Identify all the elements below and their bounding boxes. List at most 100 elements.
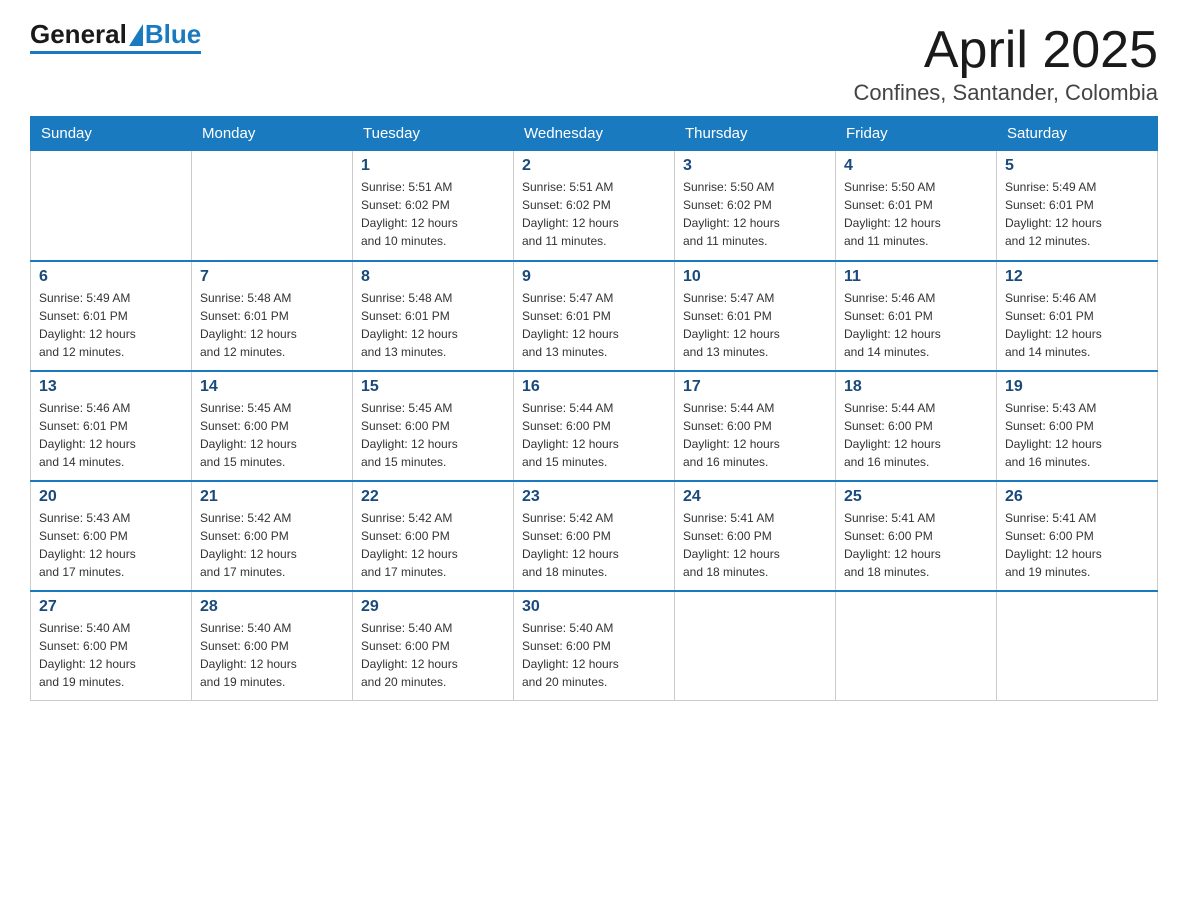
calendar-day-cell: 10 Sunrise: 5:47 AM Sunset: 6:01 PM Dayli… <box>675 261 836 371</box>
day-info: Sunrise: 5:47 AM Sunset: 6:01 PM Dayligh… <box>683 289 827 361</box>
day-number: 10 <box>683 268 827 286</box>
day-number: 1 <box>361 157 505 175</box>
logo-general-text: General <box>30 20 127 49</box>
day-info: Sunrise: 5:46 AM Sunset: 6:01 PM Dayligh… <box>39 399 183 471</box>
day-number: 9 <box>522 268 666 286</box>
day-number: 29 <box>361 598 505 616</box>
calendar-day-cell <box>675 591 836 701</box>
day-info: Sunrise: 5:43 AM Sunset: 6:00 PM Dayligh… <box>1005 399 1149 471</box>
day-info: Sunrise: 5:48 AM Sunset: 6:01 PM Dayligh… <box>200 289 344 361</box>
calendar-day-cell: 5Sunrise: 5:49 AM Sunset: 6:01 PM Daylig… <box>997 151 1158 261</box>
calendar-day-cell: 24 Sunrise: 5:41 AM Sunset: 6:00 PM Dayli… <box>675 481 836 591</box>
logo-triangle-icon <box>129 24 143 46</box>
day-info: Sunrise: 5:49 AM Sunset: 6:01 PM Dayligh… <box>1005 178 1149 250</box>
calendar-table: SundayMondayTuesdayWednesdayThursdayFrid… <box>30 116 1158 701</box>
calendar-day-cell: 9 Sunrise: 5:47 AM Sunset: 6:01 PM Daylig… <box>514 261 675 371</box>
day-number: 20 <box>39 488 183 506</box>
day-info: Sunrise: 5:51 AM Sunset: 6:02 PM Dayligh… <box>361 178 505 250</box>
weekday-header-tuesday: Tuesday <box>353 117 514 151</box>
day-number: 30 <box>522 598 666 616</box>
calendar-day-cell: 14 Sunrise: 5:45 AM Sunset: 6:00 PM Dayli… <box>192 371 353 481</box>
calendar-day-cell: 1 Sunrise: 5:51 AM Sunset: 6:02 PM Daylig… <box>353 151 514 261</box>
calendar-day-cell: 19 Sunrise: 5:43 AM Sunset: 6:00 PM Dayli… <box>997 371 1158 481</box>
calendar-day-cell: 25Sunrise: 5:41 AM Sunset: 6:00 PM Dayli… <box>836 481 997 591</box>
day-number: 25 <box>844 488 988 506</box>
day-number: 16 <box>522 378 666 396</box>
day-number: 13 <box>39 378 183 396</box>
weekday-header-sunday: Sunday <box>31 117 192 151</box>
calendar-day-cell <box>836 591 997 701</box>
day-info: Sunrise: 5:51 AM Sunset: 6:02 PM Dayligh… <box>522 178 666 250</box>
day-info: Sunrise: 5:45 AM Sunset: 6:00 PM Dayligh… <box>200 399 344 471</box>
day-number: 7 <box>200 268 344 286</box>
calendar-day-cell <box>997 591 1158 701</box>
day-number: 28 <box>200 598 344 616</box>
calendar-day-cell: 4 Sunrise: 5:50 AM Sunset: 6:01 PM Daylig… <box>836 151 997 261</box>
day-info: Sunrise: 5:48 AM Sunset: 6:01 PM Dayligh… <box>361 289 505 361</box>
calendar-day-cell <box>31 151 192 261</box>
calendar-subtitle: Confines, Santander, Colombia <box>853 80 1158 106</box>
day-info: Sunrise: 5:40 AM Sunset: 6:00 PM Dayligh… <box>361 619 505 691</box>
day-info: Sunrise: 5:50 AM Sunset: 6:01 PM Dayligh… <box>844 178 988 250</box>
day-number: 2 <box>522 157 666 175</box>
weekday-header-thursday: Thursday <box>675 117 836 151</box>
calendar-day-cell: 27Sunrise: 5:40 AM Sunset: 6:00 PM Dayli… <box>31 591 192 701</box>
calendar-week-row: 13 Sunrise: 5:46 AM Sunset: 6:01 PM Dayli… <box>31 371 1158 481</box>
calendar-day-cell: 15 Sunrise: 5:45 AM Sunset: 6:00 PM Dayli… <box>353 371 514 481</box>
day-number: 19 <box>1005 378 1149 396</box>
day-info: Sunrise: 5:46 AM Sunset: 6:01 PM Dayligh… <box>844 289 988 361</box>
day-info: Sunrise: 5:46 AM Sunset: 6:01 PM Dayligh… <box>1005 289 1149 361</box>
day-number: 15 <box>361 378 505 396</box>
day-info: Sunrise: 5:44 AM Sunset: 6:00 PM Dayligh… <box>683 399 827 471</box>
day-number: 4 <box>844 157 988 175</box>
day-number: 18 <box>844 378 988 396</box>
day-number: 3 <box>683 157 827 175</box>
calendar-title: April 2025 <box>853 20 1158 80</box>
day-info: Sunrise: 5:42 AM Sunset: 6:00 PM Dayligh… <box>361 509 505 581</box>
day-number: 8 <box>361 268 505 286</box>
calendar-header-row: SundayMondayTuesdayWednesdayThursdayFrid… <box>31 117 1158 151</box>
calendar-day-cell: 7 Sunrise: 5:48 AM Sunset: 6:01 PM Daylig… <box>192 261 353 371</box>
calendar-week-row: 6 Sunrise: 5:49 AM Sunset: 6:01 PM Daylig… <box>31 261 1158 371</box>
day-info: Sunrise: 5:49 AM Sunset: 6:01 PM Dayligh… <box>39 289 183 361</box>
day-number: 17 <box>683 378 827 396</box>
calendar-day-cell: 16 Sunrise: 5:44 AM Sunset: 6:00 PM Dayli… <box>514 371 675 481</box>
calendar-day-cell: 30Sunrise: 5:40 AM Sunset: 6:00 PM Dayli… <box>514 591 675 701</box>
day-info: Sunrise: 5:50 AM Sunset: 6:02 PM Dayligh… <box>683 178 827 250</box>
day-info: Sunrise: 5:47 AM Sunset: 6:01 PM Dayligh… <box>522 289 666 361</box>
calendar-day-cell: 2 Sunrise: 5:51 AM Sunset: 6:02 PM Daylig… <box>514 151 675 261</box>
day-number: 6 <box>39 268 183 286</box>
day-info: Sunrise: 5:40 AM Sunset: 6:00 PM Dayligh… <box>39 619 183 691</box>
calendar-day-cell: 28Sunrise: 5:40 AM Sunset: 6:00 PM Dayli… <box>192 591 353 701</box>
weekday-header-saturday: Saturday <box>997 117 1158 151</box>
day-number: 23 <box>522 488 666 506</box>
title-block: April 2025 Confines, Santander, Colombia <box>853 20 1158 106</box>
calendar-week-row: 20Sunrise: 5:43 AM Sunset: 6:00 PM Dayli… <box>31 481 1158 591</box>
calendar-day-cell: 22Sunrise: 5:42 AM Sunset: 6:00 PM Dayli… <box>353 481 514 591</box>
day-number: 26 <box>1005 488 1149 506</box>
calendar-day-cell: 17 Sunrise: 5:44 AM Sunset: 6:00 PM Dayli… <box>675 371 836 481</box>
calendar-day-cell: 6 Sunrise: 5:49 AM Sunset: 6:01 PM Daylig… <box>31 261 192 371</box>
logo-blue-text: Blue <box>145 20 201 49</box>
day-info: Sunrise: 5:45 AM Sunset: 6:00 PM Dayligh… <box>361 399 505 471</box>
weekday-header-monday: Monday <box>192 117 353 151</box>
calendar-day-cell: 20Sunrise: 5:43 AM Sunset: 6:00 PM Dayli… <box>31 481 192 591</box>
calendar-day-cell: 26 Sunrise: 5:41 AM Sunset: 6:00 PM Dayli… <box>997 481 1158 591</box>
logo-underline <box>30 51 201 54</box>
weekday-header-wednesday: Wednesday <box>514 117 675 151</box>
calendar-day-cell <box>192 151 353 261</box>
calendar-day-cell: 21Sunrise: 5:42 AM Sunset: 6:00 PM Dayli… <box>192 481 353 591</box>
weekday-header-friday: Friday <box>836 117 997 151</box>
day-info: Sunrise: 5:44 AM Sunset: 6:00 PM Dayligh… <box>522 399 666 471</box>
calendar-day-cell: 18Sunrise: 5:44 AM Sunset: 6:00 PM Dayli… <box>836 371 997 481</box>
day-number: 14 <box>200 378 344 396</box>
day-number: 12 <box>1005 268 1149 286</box>
day-number: 11 <box>844 268 988 286</box>
day-info: Sunrise: 5:41 AM Sunset: 6:00 PM Dayligh… <box>683 509 827 581</box>
calendar-day-cell: 29 Sunrise: 5:40 AM Sunset: 6:00 PM Dayli… <box>353 591 514 701</box>
logo: General Blue <box>30 20 201 54</box>
day-info: Sunrise: 5:42 AM Sunset: 6:00 PM Dayligh… <box>200 509 344 581</box>
day-number: 24 <box>683 488 827 506</box>
calendar-week-row: 1 Sunrise: 5:51 AM Sunset: 6:02 PM Daylig… <box>31 151 1158 261</box>
day-info: Sunrise: 5:41 AM Sunset: 6:00 PM Dayligh… <box>1005 509 1149 581</box>
